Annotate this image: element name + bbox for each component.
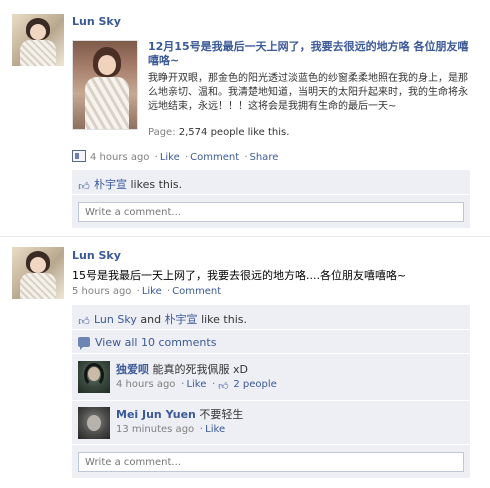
comment-like-count[interactable]: 2 people [233, 379, 276, 390]
likes-bar: 👍︎ 朴宇宣 likes this. [72, 170, 470, 194]
comment-link[interactable]: Comment [172, 286, 221, 297]
comment-like-link[interactable]: Like [205, 424, 225, 435]
liker-name[interactable]: 朴宇宣 [94, 178, 127, 191]
comment-box [72, 194, 470, 228]
attachment-description: 我睁开双眼，那金色的阳光透过淡蓝色的纱窗柔柔地照在我的身上，是那么地亲切、温和。… [148, 73, 468, 112]
story-meta: 4 hours ago · Like · Comment · Share [72, 150, 278, 163]
story-timestamp[interactable]: 4 hours ago [90, 152, 149, 163]
like-link[interactable]: Like [160, 152, 180, 163]
author-name[interactable]: Lun Sky [72, 15, 121, 28]
commenter-name[interactable]: 独爱呗 [116, 363, 149, 376]
comment-like-link[interactable]: Like [186, 379, 206, 390]
comment-body: Mei Jun Yuen 不要轻生 13 minutes ago · Like [116, 408, 244, 435]
author-avatar[interactable] [12, 14, 64, 66]
comment-item: 独爱呗 能真的死我佩服 xD 4 hours ago · Like · 👍︎ 2 pe… [72, 353, 470, 400]
likes-suffix: likes this. [130, 178, 183, 191]
mobile-post-icon [72, 150, 86, 162]
view-all-comments-link[interactable]: View all 10 comments [95, 336, 216, 349]
story-timestamp[interactable]: 5 hours ago [72, 286, 131, 297]
commenter-avatar[interactable] [78, 361, 110, 393]
liker-name-1[interactable]: Lun Sky [94, 313, 137, 326]
comment-timestamp[interactable]: 13 minutes ago [116, 424, 194, 435]
feed-story-2: Lun Sky 15号是我最后一天上网了，我要去很远的地方咯....各位朋友嘻嘻… [0, 238, 490, 488]
comment-link[interactable]: Comment [190, 152, 239, 163]
attachment-title[interactable]: 12月15号是我最后一天上网了，我要去很远的地方咯 各位朋友嘻嘻咯~ [148, 40, 473, 68]
comment-input[interactable] [78, 202, 464, 222]
commenter-avatar[interactable] [78, 407, 110, 439]
commenter-name[interactable]: Mei Jun Yuen [116, 408, 196, 421]
attachment-thumbnail[interactable] [72, 40, 138, 130]
thumbs-up-icon: 👍︎ [78, 180, 90, 193]
thumbs-up-icon: 👍︎ [78, 315, 90, 328]
likes-bar: 👍︎ Lun Sky and 朴宇宣 like this. [72, 305, 470, 329]
thumbs-up-icon: 👍︎ [218, 381, 229, 392]
page-likes-prefix: Page: [148, 127, 176, 138]
comment-item: Mei Jun Yuen 不要轻生 13 minutes ago · Like [72, 400, 470, 444]
comment-text: 不要轻生 [199, 408, 244, 421]
comment-timestamp[interactable]: 4 hours ago [116, 379, 175, 390]
status-message: 15号是我最后一天上网了，我要去很远的地方咯....各位朋友嘻嘻咯~ [72, 269, 407, 282]
like-link[interactable]: Like [142, 286, 162, 297]
story-meta: 5 hours ago · Like · Comment [72, 286, 222, 297]
attachment-page-likes: Page: 2,574 people like this. [148, 127, 289, 138]
share-link[interactable]: Share [250, 152, 279, 163]
page-likes-count: 2,574 people like this. [178, 127, 290, 138]
author-name[interactable]: Lun Sky [72, 249, 121, 262]
comment-bubble-icon [78, 337, 90, 350]
comment-box [72, 444, 470, 478]
liker-name-2[interactable]: 朴宇宣 [165, 313, 198, 326]
view-all-comments[interactable]: View all 10 comments [72, 329, 470, 353]
comment-input[interactable] [78, 452, 464, 472]
author-avatar[interactable] [12, 247, 64, 299]
comment-body: 独爱呗 能真的死我佩服 xD 4 hours ago · Like · 👍︎ 2 pe… [116, 363, 277, 392]
feed-story-1: Lun Sky 12月15号是我最后一天上网了，我要去很远的地方咯 各位朋友嘻嘻… [0, 0, 490, 237]
comment-text: 能真的死我佩服 xD [152, 363, 248, 376]
